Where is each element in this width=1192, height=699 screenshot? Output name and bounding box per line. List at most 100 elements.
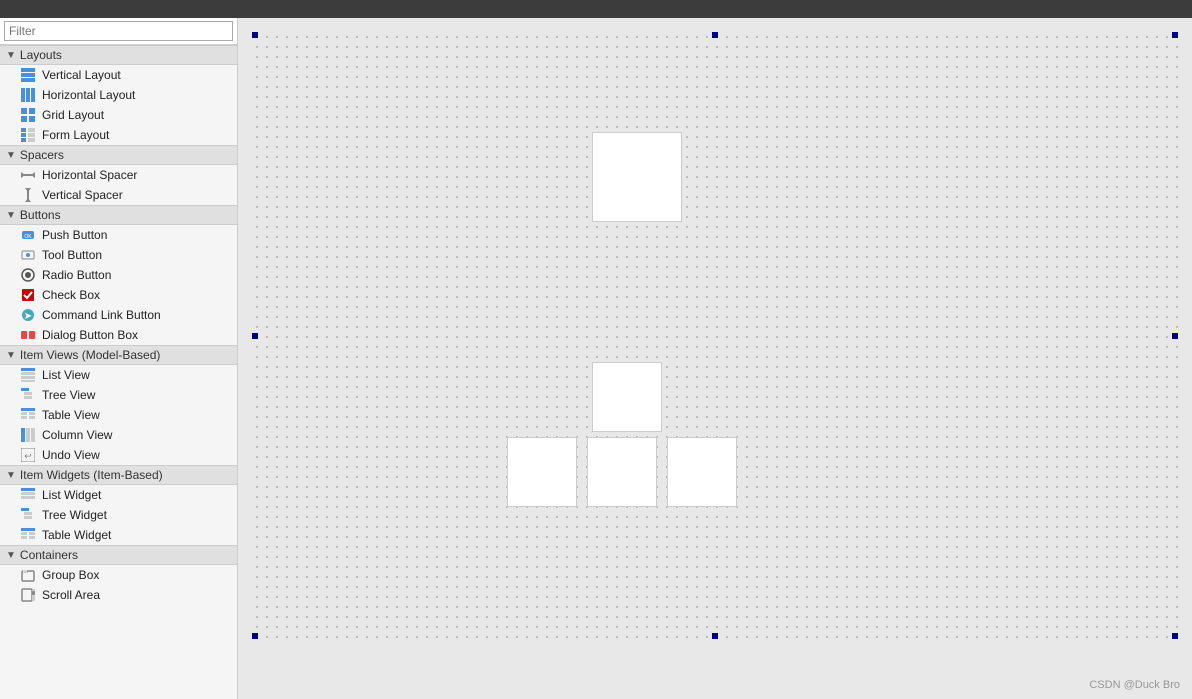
sidebar: ▼ Layouts Vertical Layout Horizontal Lay… [0, 18, 238, 699]
tree-view-label: Tree View [42, 388, 95, 402]
list-widget-label: List Widget [42, 488, 101, 502]
sidebar-item-tree-view[interactable]: Tree View [0, 385, 237, 405]
sidebar-item-tree-widget[interactable]: Tree Widget [0, 505, 237, 525]
form-layout-icon [20, 127, 36, 143]
handle-top-left[interactable] [252, 32, 258, 38]
handle-bottom-left[interactable] [252, 633, 258, 639]
arrow-icon-spacers: ▼ [6, 150, 16, 161]
list-view-label: List View [42, 368, 90, 382]
canvas-area[interactable]: CSDN @Duck Bro [238, 18, 1192, 699]
sidebar-item-scroll-area[interactable]: Scroll Area [0, 585, 237, 605]
table-widget-icon [20, 527, 36, 543]
category-layouts[interactable]: ▼ Layouts [0, 45, 237, 65]
category-item-widgets-label: Item Widgets (Item-Based) [20, 468, 163, 482]
handle-top-right[interactable] [1172, 32, 1178, 38]
handle-bottom-mid[interactable] [712, 633, 718, 639]
column-view-icon [20, 427, 36, 443]
handle-mid-left[interactable] [252, 333, 258, 339]
svg-text:GB: GB [22, 569, 28, 574]
table-widget-label: Table Widget [42, 528, 111, 542]
group-box-label: Group Box [42, 568, 99, 582]
arrow-icon: ▼ [6, 50, 16, 61]
category-spacers-label: Spacers [20, 148, 64, 162]
table-view-label: Table View [42, 408, 100, 422]
sidebar-item-group-box[interactable]: GB Group Box [0, 565, 237, 585]
vertical-layout-label: Vertical Layout [42, 68, 121, 82]
category-item-views-label: Item Views (Model-Based) [20, 348, 161, 362]
app: ▼ Layouts Vertical Layout Horizontal Lay… [0, 0, 1192, 699]
sidebar-item-command-link-button[interactable]: ➤ Command Link Button [0, 305, 237, 325]
vertical-layout-icon [20, 67, 36, 83]
tool-button-icon [20, 247, 36, 263]
column-view-label: Column View [42, 428, 112, 442]
canvas-widget-3[interactable] [507, 437, 577, 507]
radio-button-icon [20, 267, 36, 283]
sidebar-item-tool-button[interactable]: Tool Button [0, 245, 237, 265]
check-box-icon [20, 287, 36, 303]
sidebar-item-list-view[interactable]: List View [0, 365, 237, 385]
top-bar [0, 0, 1192, 18]
dialog-button-box-icon [20, 327, 36, 343]
category-item-widgets[interactable]: ▼ Item Widgets (Item-Based) [0, 465, 237, 485]
category-buttons-label: Buttons [20, 208, 61, 222]
sidebar-item-dialog-button-box[interactable]: Dialog Button Box [0, 325, 237, 345]
push-button-icon: OK [20, 227, 36, 243]
handle-bottom-right[interactable] [1172, 633, 1178, 639]
tree-view-icon [20, 387, 36, 403]
category-spacers[interactable]: ▼ Spacers [0, 145, 237, 165]
arrow-icon-containers: ▼ [6, 550, 16, 561]
canvas-widget-4[interactable] [587, 437, 657, 507]
horizontal-spacer-icon [20, 167, 36, 183]
sidebar-item-undo-view[interactable]: ↩ Undo View [0, 445, 237, 465]
tree-widget-icon [20, 507, 36, 523]
sidebar-item-horizontal-spacer[interactable]: Horizontal Spacer [0, 165, 237, 185]
horizontal-layout-icon [20, 87, 36, 103]
sidebar-item-push-button[interactable]: OK Push Button [0, 225, 237, 245]
sidebar-item-list-widget[interactable]: List Widget [0, 485, 237, 505]
category-buttons[interactable]: ▼ Buttons [0, 205, 237, 225]
dialog-button-box-label: Dialog Button Box [42, 328, 138, 342]
canvas-inner [252, 32, 1178, 639]
sidebar-item-column-view[interactable]: Column View [0, 425, 237, 445]
grid-layout-label: Grid Layout [42, 108, 104, 122]
sidebar-item-table-view[interactable]: Table View [0, 405, 237, 425]
undo-view-label: Undo View [42, 448, 100, 462]
grid-layout-icon [20, 107, 36, 123]
arrow-icon-item-widgets: ▼ [6, 470, 16, 481]
sidebar-content: ▼ Layouts Vertical Layout Horizontal Lay… [0, 45, 237, 605]
push-button-label: Push Button [42, 228, 107, 242]
command-link-button-icon: ➤ [20, 307, 36, 323]
sidebar-item-grid-layout[interactable]: Grid Layout [0, 105, 237, 125]
undo-view-icon: ↩ [20, 447, 36, 463]
svg-text:OK: OK [24, 234, 32, 240]
sidebar-item-vertical-spacer[interactable]: Vertical Spacer [0, 185, 237, 205]
category-containers-label: Containers [20, 548, 78, 562]
check-box-label: Check Box [42, 288, 100, 302]
filter-box [0, 18, 237, 45]
sidebar-item-check-box[interactable]: Check Box [0, 285, 237, 305]
category-item-views[interactable]: ▼ Item Views (Model-Based) [0, 345, 237, 365]
filter-input[interactable] [4, 21, 233, 41]
group-box-icon: GB [20, 567, 36, 583]
horizontal-layout-label: Horizontal Layout [42, 88, 135, 102]
list-widget-icon [20, 487, 36, 503]
sidebar-item-form-layout[interactable]: Form Layout [0, 125, 237, 145]
sidebar-item-table-widget[interactable]: Table Widget [0, 525, 237, 545]
canvas-widget-1[interactable] [592, 132, 682, 222]
horizontal-spacer-label: Horizontal Spacer [42, 168, 137, 182]
sidebar-item-horizontal-layout[interactable]: Horizontal Layout [0, 85, 237, 105]
vertical-spacer-icon [20, 187, 36, 203]
sidebar-item-vertical-layout[interactable]: Vertical Layout [0, 65, 237, 85]
category-containers[interactable]: ▼ Containers [0, 545, 237, 565]
vertical-spacer-label: Vertical Spacer [42, 188, 123, 202]
handle-top-mid[interactable] [712, 32, 718, 38]
form-layout-label: Form Layout [42, 128, 109, 142]
tool-button-label: Tool Button [42, 248, 102, 262]
canvas-widget-5[interactable] [667, 437, 737, 507]
sidebar-item-radio-button[interactable]: Radio Button [0, 265, 237, 285]
handle-mid-right[interactable] [1172, 333, 1178, 339]
canvas-widget-2[interactable] [592, 362, 662, 432]
category-layouts-label: Layouts [20, 48, 62, 62]
main-area: ▼ Layouts Vertical Layout Horizontal Lay… [0, 18, 1192, 699]
svg-text:↩: ↩ [24, 451, 32, 461]
